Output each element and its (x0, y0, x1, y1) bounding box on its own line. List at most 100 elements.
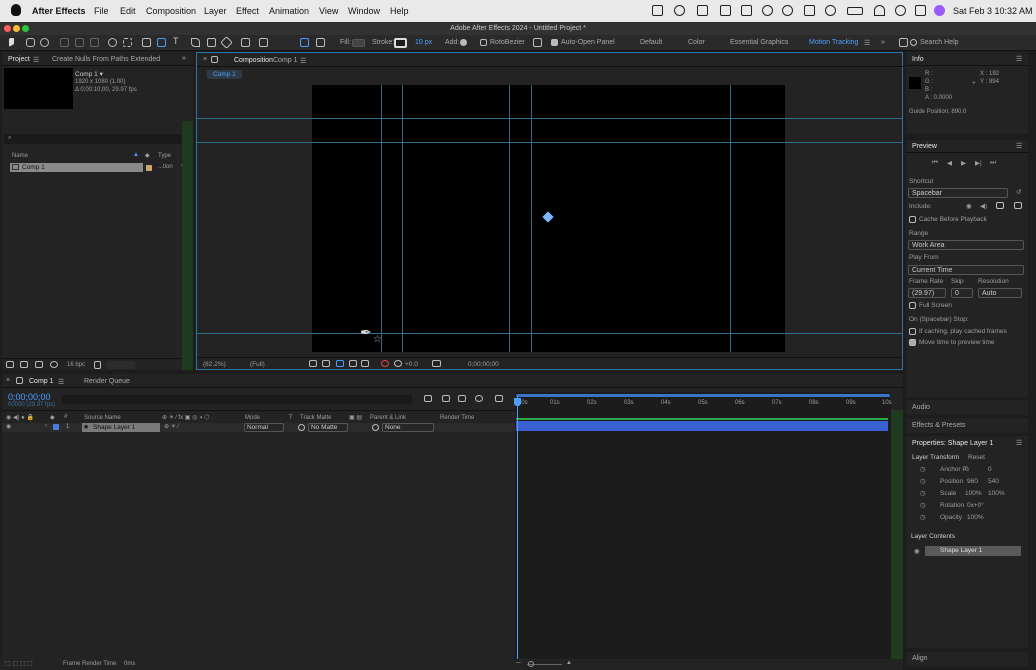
content-item-row[interactable]: Shape Layer 1 (925, 546, 1021, 556)
include-layer-controls-icon[interactable] (1014, 202, 1022, 209)
project-settings-icon[interactable] (50, 361, 58, 368)
clock-icon[interactable] (825, 5, 836, 16)
scale-x[interactable]: 100% (965, 490, 982, 497)
col-name-header[interactable]: Name (12, 153, 28, 159)
work-area-bar[interactable] (516, 394, 890, 397)
layer-mode-dropdown[interactable]: Normal (244, 423, 284, 432)
menu-edit[interactable]: Edit (120, 6, 136, 16)
menu-help[interactable]: Help (390, 6, 409, 16)
snapshot-icon[interactable] (432, 360, 441, 367)
wifi-icon[interactable] (874, 5, 885, 16)
project-menu-icon[interactable]: ☰ (33, 56, 39, 64)
layer-name-field[interactable]: ★ Shape Layer 1 (82, 423, 160, 432)
guide-v-5[interactable] (730, 85, 731, 352)
exposure-reset-icon[interactable] (394, 360, 402, 367)
include-overlays-icon[interactable] (996, 202, 1004, 209)
next-frame-icon[interactable]: ▶| (975, 159, 982, 167)
effects-title[interactable]: Effects & Presets (912, 422, 966, 429)
position-y[interactable]: 540 (988, 478, 999, 485)
preview-title[interactable]: Preview (912, 143, 937, 150)
timeline-lock-icon[interactable] (16, 377, 23, 384)
workspace-default[interactable]: Default (640, 39, 662, 46)
parent-link-header[interactable]: Parent & Link (370, 415, 406, 421)
shortcut-dropdown[interactable]: Spacebar (908, 188, 1008, 198)
position-stopwatch-icon[interactable]: ◷ (920, 477, 926, 485)
status-icon-4[interactable] (720, 5, 731, 16)
control-center-icon[interactable] (915, 5, 926, 16)
puppet-tool-icon[interactable] (259, 38, 268, 47)
guide-h-1[interactable] (197, 118, 902, 119)
guide-v-4[interactable] (531, 85, 532, 352)
channels-icon[interactable] (381, 360, 389, 367)
add-menu-icon[interactable] (460, 39, 467, 46)
layer-expand-icon[interactable]: › (45, 423, 47, 429)
play-icon[interactable]: ▶ (961, 159, 966, 167)
layer-matte-dropdown[interactable]: No Matte (308, 423, 348, 432)
stroke-width-value[interactable]: 10 px (415, 39, 432, 46)
dropbox-icon[interactable] (697, 5, 708, 16)
scale-stopwatch-icon[interactable]: ◷ (920, 489, 926, 497)
opacity-stopwatch-icon[interactable]: ◷ (920, 513, 926, 521)
tab-render-queue[interactable]: Render Queue (84, 378, 130, 385)
anchor-x[interactable]: 0 (965, 466, 969, 473)
comp-menu-icon[interactable]: ☰ (300, 57, 306, 65)
interpret-footage-icon[interactable] (6, 361, 14, 368)
anchor-stopwatch-icon[interactable]: ◷ (920, 465, 926, 473)
reset-transform-link[interactable]: Reset (968, 454, 985, 461)
transparency-grid-icon[interactable] (322, 360, 330, 367)
matte-link-icon[interactable] (298, 424, 305, 431)
roto-brush-tool-icon[interactable] (241, 38, 250, 47)
prev-frame-icon[interactable]: ◀ (947, 159, 952, 167)
layer-row[interactable]: ◉ › 1 ★ Shape Layer 1 ⊕ ☀ ⁄ Normal No Ma… (2, 423, 515, 432)
status-icon-2[interactable] (674, 5, 685, 16)
layer-duration-bar[interactable] (516, 421, 888, 431)
if-caching-checkbox[interactable] (909, 328, 916, 335)
properties-menu-icon[interactable]: ☰ (1016, 439, 1022, 447)
hand-tool-icon[interactable] (26, 38, 35, 47)
col-type-header[interactable]: Type (158, 153, 171, 159)
graph-editor-icon[interactable] (495, 395, 503, 402)
view-layout-icon[interactable] (361, 360, 369, 367)
search-help-field[interactable]: Search Help (920, 39, 959, 46)
audio-title[interactable]: Audio (912, 404, 930, 411)
menu-layer[interactable]: Layer (204, 6, 227, 16)
region-icon[interactable] (309, 360, 317, 367)
app-menu[interactable]: After Effects (32, 6, 86, 16)
timeline-tab-comp[interactable]: Comp 1 (29, 378, 54, 385)
zoom-in-icon[interactable]: ▲ (566, 660, 572, 666)
anchor-tool-icon[interactable] (123, 38, 132, 47)
project-search-input[interactable] (4, 134, 189, 144)
zoom-window-button[interactable] (22, 25, 29, 32)
opacity-value[interactable]: 100% (967, 514, 984, 521)
layer-switches-icons[interactable]: ⊕ ☀ ⁄ (164, 423, 179, 430)
last-frame-icon[interactable]: ⏭ (990, 159, 996, 167)
skip-dropdown[interactable]: 0 (951, 288, 973, 298)
close-window-button[interactable] (4, 25, 11, 32)
menu-view[interactable]: View (319, 6, 338, 16)
selection-tool-icon[interactable] (9, 38, 15, 47)
clone-stamp-tool-icon[interactable] (207, 38, 216, 47)
scale-y[interactable]: 100% (988, 490, 1005, 497)
grammarly-icon[interactable] (782, 5, 793, 16)
more-workspaces-icon[interactable]: » (881, 39, 885, 46)
zoom-slider-handle[interactable] (528, 661, 534, 667)
comp-timecode[interactable]: 0;00;00;00 (468, 361, 499, 368)
comp-info-name[interactable]: Comp 1 ▾ (75, 70, 103, 78)
trash-icon[interactable] (94, 361, 101, 369)
project-more-icon[interactable]: » (182, 55, 186, 62)
search-help-icon[interactable] (910, 39, 917, 46)
star-tool-icon[interactable] (300, 38, 309, 47)
move-time-checkbox[interactable] (909, 339, 916, 346)
close-timeline-icon[interactable]: × (6, 377, 10, 384)
cache-checkbox[interactable] (909, 216, 916, 223)
label-color-swatch[interactable] (146, 165, 152, 171)
brush-tool-icon[interactable] (191, 38, 200, 47)
preview-menu-icon[interactable]: ☰ (1016, 142, 1022, 150)
workspace-color[interactable]: Color (688, 39, 705, 46)
workspace-essential-graphics[interactable]: Essential Graphics (730, 39, 788, 46)
properties-title[interactable]: Properties: Shape Layer 1 (912, 440, 993, 447)
guide-v-2[interactable] (402, 85, 403, 352)
draft-3d-icon[interactable] (442, 395, 450, 402)
comp-breadcrumb[interactable]: Comp 1 (207, 70, 242, 79)
menu-window[interactable]: Window (348, 6, 380, 16)
